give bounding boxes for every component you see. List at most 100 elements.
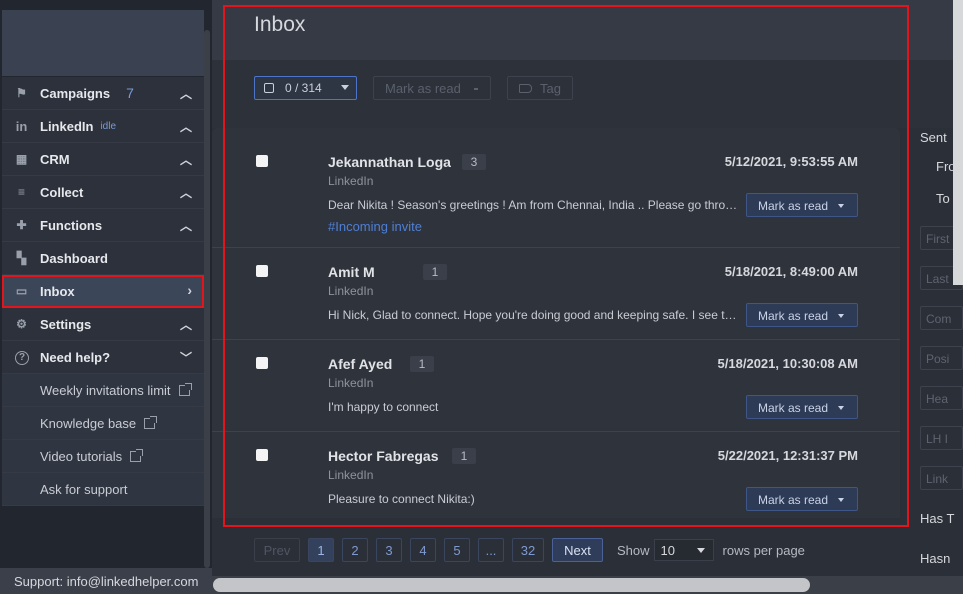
mark-as-read-bulk-label: Mark as read bbox=[385, 80, 461, 96]
pagination: Prev 1 2 3 4 5 ... 32 Next Show 10 rows … bbox=[254, 538, 805, 562]
page-button-5[interactable]: 5 bbox=[444, 538, 470, 562]
page-button-32[interactable]: 32 bbox=[512, 538, 544, 562]
caret-down-icon bbox=[341, 85, 349, 90]
help-link-ask-support[interactable]: Ask for support bbox=[2, 473, 204, 506]
sidebar-header bbox=[2, 10, 204, 76]
sidebar-item-linkedin[interactable]: in LinkedIn idle ︿ bbox=[2, 110, 204, 143]
campaigns-count: 7 bbox=[126, 85, 134, 101]
help-link-label: Weekly invitations limit bbox=[40, 382, 171, 398]
sidebar-item-dashboard[interactable]: ▚ Dashboard bbox=[2, 242, 204, 275]
caret-icon bbox=[474, 88, 478, 90]
rows-per-page-value: 10 bbox=[660, 542, 675, 558]
caret-down-icon bbox=[838, 314, 844, 318]
next-page-button[interactable]: Next bbox=[552, 538, 603, 562]
list-add-icon: ≡ bbox=[17, 185, 25, 199]
message-preview[interactable]: I'm happy to connect bbox=[328, 400, 743, 414]
caret-down-icon bbox=[696, 548, 705, 553]
rows-per-page-select[interactable]: 10 bbox=[653, 539, 714, 561]
sidebar-item-collect[interactable]: ≡ Collect ︿ bbox=[2, 176, 204, 209]
mark-as-read-button[interactable]: Mark as read bbox=[746, 487, 858, 511]
sidebar-item-need-help[interactable]: ? Need help? ﹀ bbox=[2, 341, 204, 374]
row-checkbox[interactable] bbox=[256, 155, 268, 167]
message-date: 5/18/2021, 10:30:08 AM bbox=[717, 356, 858, 371]
app-root: ⚑ Campaigns 7 ︿ in LinkedIn idle ︿ ▦ CRM… bbox=[0, 0, 963, 594]
mark-as-read-label: Mark as read bbox=[758, 199, 829, 213]
sidebar-item-inbox[interactable]: ▭ Inbox › bbox=[2, 275, 204, 308]
sidebar-item-label: CRM bbox=[40, 151, 70, 167]
sidebar-item-functions[interactable]: ✚ Functions ︿ bbox=[2, 209, 204, 242]
tag-label: Tag bbox=[540, 80, 561, 96]
chevron-up-icon: ︿ bbox=[179, 120, 192, 134]
external-link-icon bbox=[144, 415, 158, 429]
message-preview[interactable]: Hi Nick, Glad to connect. Hope you're do… bbox=[328, 308, 743, 322]
list-item[interactable]: Amit M 1 5/18/2021, 8:49:00 AM LinkedIn … bbox=[212, 248, 900, 340]
sidebar-item-label: Functions bbox=[40, 217, 103, 233]
help-link-weekly-limit[interactable]: Weekly invitations limit bbox=[2, 374, 204, 407]
help-link-video-tutorials[interactable]: Video tutorials bbox=[2, 440, 204, 473]
external-link-icon bbox=[130, 448, 144, 462]
contact-name[interactable]: Amit M bbox=[328, 264, 375, 280]
message-preview[interactable]: Pleasure to connect Nikita:) bbox=[328, 492, 743, 506]
filter-link[interactable]: Link bbox=[920, 466, 963, 490]
grid-icon: ▦ bbox=[15, 152, 28, 166]
sidebar-item-campaigns[interactable]: ⚑ Campaigns 7 ︿ bbox=[2, 77, 204, 110]
page-button-3[interactable]: 3 bbox=[376, 538, 402, 562]
page-ellipsis[interactable]: ... bbox=[478, 538, 504, 562]
sidebar-item-settings[interactable]: ⚙ Settings ︿ bbox=[2, 308, 204, 341]
message-source: LinkedIn bbox=[328, 376, 374, 390]
contact-name[interactable]: Hector Fabregas bbox=[328, 448, 438, 464]
caret-down-icon bbox=[838, 204, 844, 208]
sidebar-item-label: Campaigns bbox=[40, 85, 111, 101]
to-label: To bbox=[936, 191, 950, 206]
message-count-badge: 1 bbox=[410, 356, 434, 372]
filter-lh-id[interactable]: LH I bbox=[920, 426, 963, 450]
caret-down-icon bbox=[838, 498, 844, 502]
external-link-icon bbox=[178, 382, 192, 396]
page-scrollbar[interactable] bbox=[953, 0, 963, 285]
sidebar-scrollbar[interactable] bbox=[204, 30, 210, 568]
message-preview[interactable]: Dear Nikita ! Season's greetings ! Am fr… bbox=[328, 198, 743, 212]
question-icon: ? bbox=[15, 351, 29, 365]
horizontal-scrollbar[interactable] bbox=[213, 578, 810, 592]
mark-as-read-button[interactable]: Mark as read bbox=[746, 193, 858, 217]
filter-headline[interactable]: Hea bbox=[920, 386, 963, 410]
filter-company[interactable]: Com bbox=[920, 306, 963, 330]
show-label: Show bbox=[617, 542, 650, 558]
message-hashtag[interactable]: #Incoming invite bbox=[328, 219, 422, 234]
tag-button[interactable]: Tag bbox=[507, 76, 573, 100]
chevron-up-icon: ︿ bbox=[179, 153, 192, 167]
message-list: Jekannathan Loga 3 5/12/2021, 9:53:55 AM… bbox=[212, 128, 900, 518]
page-button-4[interactable]: 4 bbox=[410, 538, 436, 562]
contact-name[interactable]: Jekannathan Loga bbox=[328, 154, 451, 170]
help-link-knowledge-base[interactable]: Knowledge base bbox=[2, 407, 204, 440]
puzzle-icon: ✚ bbox=[16, 218, 27, 232]
mark-as-read-bulk-button[interactable]: Mark as read bbox=[373, 76, 491, 100]
checkbox-icon bbox=[264, 83, 274, 93]
list-item[interactable]: Hector Fabregas 1 5/22/2021, 12:31:37 PM… bbox=[212, 432, 900, 518]
inbox-icon: ▭ bbox=[15, 284, 28, 298]
page-button-2[interactable]: 2 bbox=[342, 538, 368, 562]
sidebar-item-crm[interactable]: ▦ CRM ︿ bbox=[2, 143, 204, 176]
row-checkbox[interactable] bbox=[256, 357, 268, 369]
row-checkbox[interactable] bbox=[256, 265, 268, 277]
sidebar-item-label: LinkedIn bbox=[40, 118, 94, 134]
mark-as-read-label: Mark as read bbox=[758, 401, 829, 415]
contact-name[interactable]: Afef Ayed bbox=[328, 356, 392, 372]
message-source: LinkedIn bbox=[328, 468, 374, 482]
mark-as-read-button[interactable]: Mark as read bbox=[746, 395, 858, 419]
list-item[interactable]: Afef Ayed 1 5/18/2021, 10:30:08 AM Linke… bbox=[212, 340, 900, 432]
chevron-up-icon: ︿ bbox=[179, 219, 192, 233]
main-content: Inbox 0 / 314 Mark as read Tag Jekannath… bbox=[212, 0, 963, 594]
sidebar-item-label: Need help? bbox=[40, 349, 111, 365]
row-checkbox[interactable] bbox=[256, 449, 268, 461]
chevron-down-icon: ﹀ bbox=[179, 351, 192, 365]
filter-position[interactable]: Posi bbox=[920, 346, 963, 370]
page-button-1[interactable]: 1 bbox=[308, 538, 334, 562]
rows-per-page-label: rows per page bbox=[722, 542, 805, 558]
sent-label: Sent bbox=[920, 130, 947, 145]
mark-as-read-button[interactable]: Mark as read bbox=[746, 303, 858, 327]
prev-page-button[interactable]: Prev bbox=[254, 538, 300, 562]
list-item[interactable]: Jekannathan Loga 3 5/12/2021, 9:53:55 AM… bbox=[212, 128, 900, 248]
select-all-dropdown[interactable]: 0 / 314 bbox=[254, 76, 357, 100]
message-date: 5/12/2021, 9:53:55 AM bbox=[724, 154, 858, 169]
